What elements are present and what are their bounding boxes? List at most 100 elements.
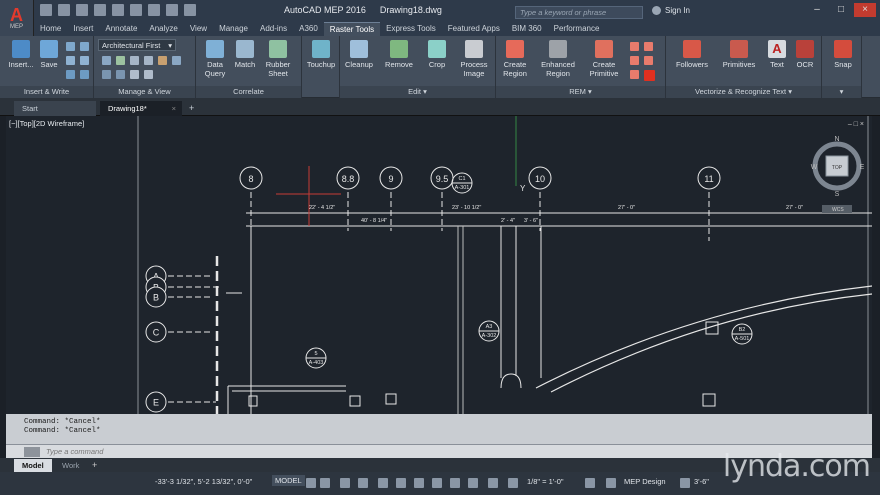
rem-tool-icon[interactable]	[630, 42, 639, 51]
signin-button[interactable]: Sign In	[652, 6, 690, 15]
grid-icon[interactable]	[306, 478, 316, 488]
view-tool-icon[interactable]	[116, 70, 125, 79]
ribbon-tab[interactable]: Performance	[548, 22, 606, 36]
model-space-toggle[interactable]: MODEL	[272, 475, 305, 486]
followers-button[interactable]: Followers	[672, 40, 712, 69]
ribbon-tab[interactable]: BIM 360	[506, 22, 548, 36]
polar-icon[interactable]	[358, 478, 368, 488]
search-input[interactable]: Type a keyword or phrase	[515, 6, 643, 19]
annotation-scale[interactable]: 1/8" = 1'-0"	[527, 477, 564, 486]
small-tool-icon[interactable]	[80, 70, 89, 79]
viewcube-top[interactable]: TOP	[832, 165, 843, 171]
ribbon-tab[interactable]: Manage	[213, 22, 254, 36]
close-icon[interactable]: ×	[854, 3, 876, 17]
maximize-icon[interactable]: □	[830, 3, 852, 17]
color-swatch-icon[interactable]	[644, 70, 655, 81]
view-tool-icon[interactable]	[102, 70, 111, 79]
annotation-monitor-icon[interactable]	[468, 478, 478, 488]
ribbon-tab[interactable]: Featured Apps	[442, 22, 506, 36]
view-tool-icon[interactable]	[130, 70, 139, 79]
view-tool-icon[interactable]	[144, 70, 153, 79]
workspace-selector[interactable]: MEP Design	[624, 477, 666, 486]
panel-label[interactable]: Manage & View	[94, 86, 195, 98]
ribbon-tab[interactable]: Home	[34, 22, 67, 36]
view-tool-icon[interactable]	[172, 56, 181, 65]
small-tool-icon[interactable]	[66, 42, 75, 51]
save-raster-button[interactable]: Save	[32, 40, 66, 69]
match-prop-icon[interactable]	[166, 4, 178, 16]
ribbon-tab[interactable]: Analyze	[143, 22, 183, 36]
snap-button[interactable]: Snap	[826, 40, 860, 69]
process-image-button[interactable]: Process Image	[454, 40, 494, 78]
work-tab[interactable]: Work	[54, 459, 87, 472]
undo-icon[interactable]	[130, 4, 142, 16]
small-tool-icon[interactable]	[66, 56, 75, 65]
panel-label[interactable]: Insert & Write	[0, 86, 93, 98]
ribbon-tab[interactable]: Annotate	[99, 22, 143, 36]
osnap-icon[interactable]	[396, 478, 406, 488]
saveas-icon[interactable]	[94, 4, 106, 16]
selection-cycling-icon[interactable]	[450, 478, 460, 488]
plus-icon[interactable]	[606, 478, 616, 488]
data-query-button[interactable]: Data Query	[198, 40, 232, 78]
redo-icon[interactable]	[148, 4, 160, 16]
open-icon[interactable]	[58, 4, 70, 16]
ribbon-tab[interactable]: A360	[293, 22, 324, 36]
remove-button[interactable]: Remove	[382, 40, 416, 69]
isodraft-icon[interactable]	[378, 478, 388, 488]
create-primitive-button[interactable]: Create Primitive	[584, 40, 624, 78]
command-prompt-icon[interactable]	[24, 447, 40, 457]
layer-icon[interactable]	[184, 4, 196, 16]
ocr-button[interactable]: OCR	[788, 40, 822, 69]
crop-button[interactable]: Crop	[420, 40, 454, 69]
application-menu-button[interactable]: A MEP	[0, 0, 34, 36]
small-tool-icon[interactable]	[66, 70, 75, 79]
print-icon[interactable]	[112, 4, 124, 16]
rem-tool-icon[interactable]	[644, 56, 653, 65]
new-icon[interactable]	[40, 4, 52, 16]
workspace-gear-icon[interactable]	[585, 478, 595, 488]
cut-plane-icon[interactable]	[680, 478, 690, 488]
lineweight-icon[interactable]	[414, 478, 424, 488]
ribbon-tab[interactable]: View	[184, 22, 213, 36]
panel-expand[interactable]: ▾	[822, 86, 861, 98]
quick-access-toolbar[interactable]	[40, 4, 196, 16]
ribbon-tab[interactable]: Add-ins	[254, 22, 293, 36]
match-button[interactable]: Match	[228, 40, 262, 69]
view-tool-icon[interactable]	[130, 56, 139, 65]
panel-label[interactable]: Vectorize & Recognize Text ▾	[666, 86, 821, 98]
new-tab-button[interactable]: +	[186, 101, 200, 116]
ortho-icon[interactable]	[340, 478, 350, 488]
panel-label[interactable]: REM ▾	[496, 86, 665, 98]
model-tab[interactable]: Model	[14, 459, 52, 472]
rem-tool-icon[interactable]	[644, 42, 653, 51]
touchup-button[interactable]: Touchup	[304, 40, 338, 69]
minimize-icon[interactable]: –	[806, 3, 828, 17]
small-tool-icon[interactable]	[80, 56, 89, 65]
elevation-readout[interactable]: 3'-6"	[694, 477, 709, 486]
rubber-sheet-button[interactable]: Rubber Sheet	[258, 40, 298, 78]
wcs-menu[interactable]: WCS	[832, 207, 844, 213]
cleanup-button[interactable]: Cleanup	[342, 40, 376, 69]
add-layout-button[interactable]: +	[88, 459, 101, 472]
view-tool-icon[interactable]	[102, 56, 111, 65]
rem-tool-icon[interactable]	[630, 70, 639, 79]
snap-icon[interactable]	[320, 478, 330, 488]
ribbon-tab[interactable]: Express Tools	[380, 22, 442, 36]
view-tool-icon[interactable]	[116, 56, 125, 65]
primitives-button[interactable]: Primitives	[718, 40, 760, 69]
transparency-icon[interactable]	[432, 478, 442, 488]
view-tool-icon[interactable]	[144, 56, 153, 65]
close-tab-icon[interactable]: ×	[172, 104, 176, 113]
start-tab[interactable]: Start	[14, 101, 96, 116]
ribbon-tab[interactable]: Insert	[67, 22, 99, 36]
architectural-first-dropdown[interactable]: Architectural First ▾	[98, 39, 176, 51]
annotation-visibility-icon[interactable]	[508, 478, 518, 488]
rem-tool-icon[interactable]	[630, 56, 639, 65]
ribbon-tab[interactable]: Raster Tools	[323, 22, 381, 36]
small-tool-icon[interactable]	[80, 42, 89, 51]
drawing-canvas[interactable]: [−][Top][2D Wireframe] – □ × 8 8.8 9 9.5…	[6, 116, 872, 414]
dynamic-ucs-icon[interactable]	[488, 478, 498, 488]
enhanced-region-button[interactable]: Enhanced Region	[538, 40, 578, 78]
viewcube[interactable]: TOP N S W E WCS	[811, 136, 865, 213]
